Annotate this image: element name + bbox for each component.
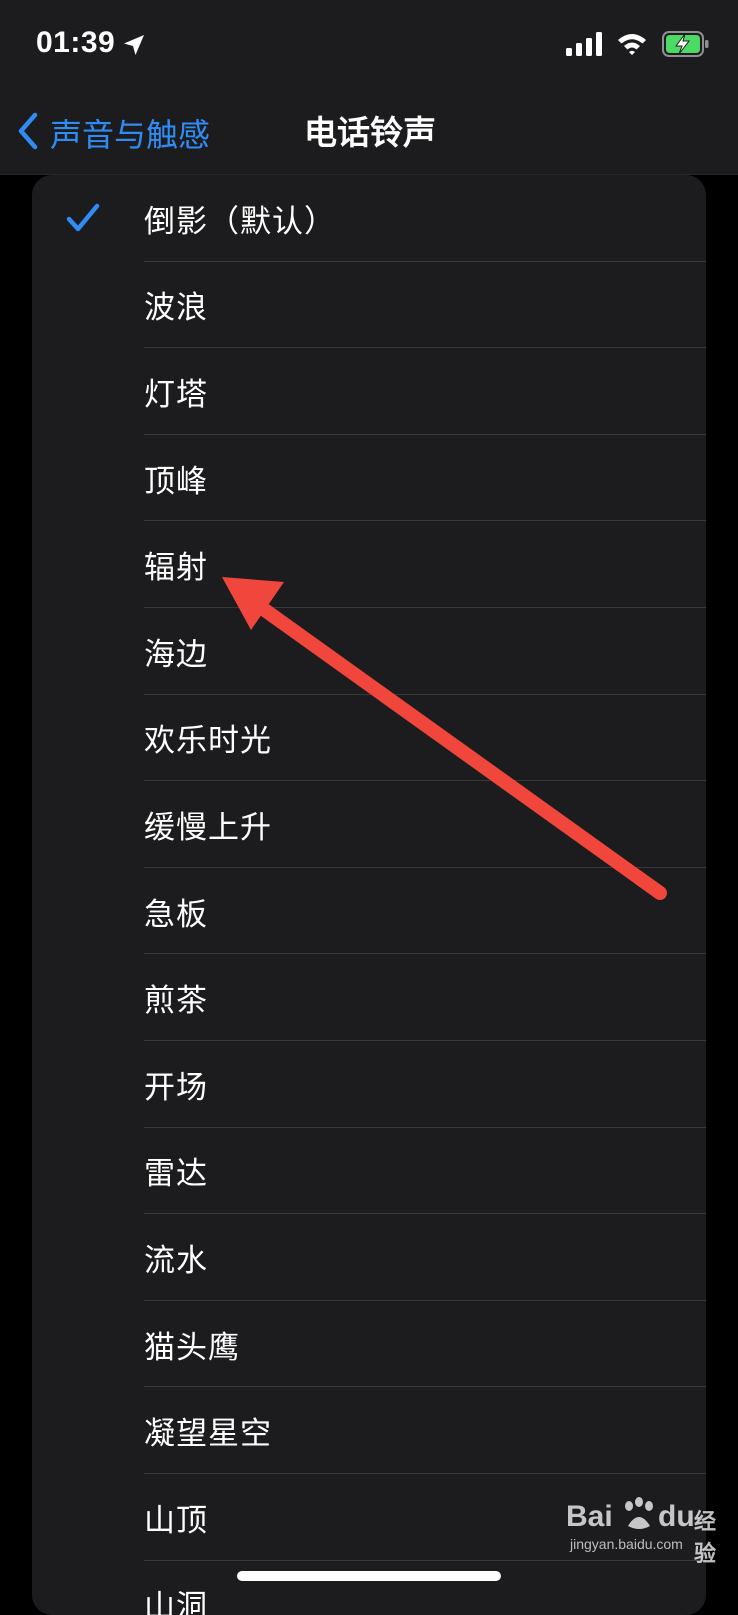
cellular-signal-icon [566, 32, 602, 60]
ringtone-label: 雷达 [144, 1148, 208, 1193]
ringtone-item[interactable]: 煎茶 [32, 954, 706, 1041]
ringtone-label: 海边 [144, 629, 208, 674]
ringtone-item-selected[interactable]: 倒影（默认） [32, 175, 706, 262]
home-indicator[interactable] [237, 1571, 501, 1581]
ringtone-item[interactable]: 雷达 [32, 1128, 706, 1215]
ringtone-item[interactable]: 开场 [32, 1041, 706, 1128]
ringtone-label: 波浪 [144, 282, 208, 327]
location-arrow-icon [122, 33, 146, 57]
battery-charging-icon [662, 31, 710, 61]
ringtone-item[interactable]: 顶峰 [32, 435, 706, 522]
status-bar: 01:39 [0, 0, 738, 96]
back-button[interactable]: 声音与触感 [16, 110, 210, 156]
ringtone-item[interactable]: 波浪 [32, 262, 706, 349]
ringtone-label: 缓慢上升 [144, 802, 272, 847]
ringtone-label: 开场 [144, 1062, 208, 1107]
ringtone-item[interactable]: 山洞 [32, 1561, 706, 1615]
back-label: 声音与触感 [50, 110, 210, 156]
ringtone-label: 猫头鹰 [144, 1322, 240, 1367]
ringtone-label: 流水 [144, 1235, 208, 1280]
ringtone-label: 灯塔 [144, 369, 208, 414]
ringtone-label: 倒影（默认） [144, 196, 336, 241]
checkmark-icon [66, 203, 100, 233]
ringtone-item[interactable]: 缓慢上升 [32, 781, 706, 868]
ringtone-item[interactable]: 辐射 [32, 521, 706, 608]
ringtone-item[interactable]: 急板 [32, 868, 706, 955]
ringtone-label: 凝望星空 [144, 1408, 272, 1453]
ringtone-label: 欢乐时光 [144, 715, 272, 760]
status-indicators [566, 30, 710, 62]
ringtone-label: 急板 [144, 889, 208, 934]
ringtone-list: 倒影（默认） 波浪 灯塔 顶峰 辐射 海边 欢乐时光 缓慢上升 [32, 175, 706, 1615]
ringtone-item[interactable]: 海边 [32, 608, 706, 695]
ringtone-label: 山顶 [144, 1495, 208, 1540]
ringtone-label: 煎茶 [144, 975, 208, 1020]
ringtone-item[interactable]: 凝望星空 [32, 1387, 706, 1474]
content-area: 倒影（默认） 波浪 灯塔 顶峰 辐射 海边 欢乐时光 缓慢上升 [0, 175, 738, 1600]
ringtone-item[interactable]: 猫头鹰 [32, 1301, 706, 1388]
ringtone-item[interactable]: 灯塔 [32, 348, 706, 435]
ringtone-item[interactable]: 流水 [32, 1214, 706, 1301]
ringtone-label: 辐射 [144, 542, 208, 587]
page-title: 电话铃声 [304, 110, 436, 156]
ringtone-label: 山洞 [144, 1581, 208, 1615]
navigation-bar: 声音与触感 电话铃声 [0, 96, 738, 175]
ringtone-item[interactable]: 山顶 [32, 1474, 706, 1561]
chevron-left-icon [16, 111, 40, 155]
wifi-icon [616, 32, 648, 60]
status-time: 01:39 [36, 26, 115, 60]
ringtone-item[interactable]: 欢乐时光 [32, 695, 706, 782]
ringtone-label: 顶峰 [144, 456, 208, 501]
